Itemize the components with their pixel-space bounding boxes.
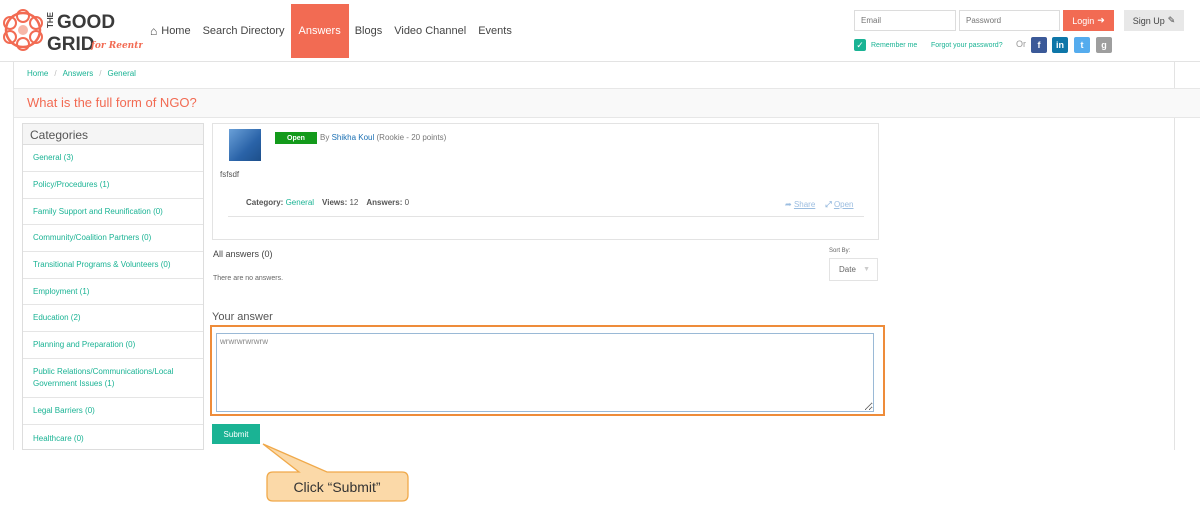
breadcrumb: Home / Answers / General xyxy=(27,69,136,78)
your-answer-heading: Your answer xyxy=(212,311,273,323)
callout-text: Click “Submit” xyxy=(293,478,381,495)
category-label: Category: xyxy=(246,198,284,207)
nav-answers[interactable]: Answers xyxy=(290,4,349,58)
views-count: 12 xyxy=(349,198,359,207)
nav-answers-label: Answers xyxy=(298,25,341,37)
twitter-icon[interactable]: t xyxy=(1074,37,1090,53)
views-label: Views: xyxy=(322,198,348,207)
submit-button[interactable]: Submit xyxy=(212,424,260,444)
nav-home[interactable]: ⌂ Home xyxy=(144,4,197,58)
sign-in-icon: ➜ xyxy=(1097,15,1105,25)
expand-icon: ⤢ xyxy=(825,200,832,209)
logo-line1: THE xyxy=(46,11,55,28)
question-actions: ➦ Share ⤢ Open xyxy=(785,200,854,210)
divider xyxy=(228,216,864,217)
sidebar-item-healthcare[interactable]: Healthcare (0) xyxy=(23,425,203,449)
nav-events-label: Events xyxy=(478,25,512,37)
author-link[interactable]: Shikha Koul xyxy=(332,133,375,142)
login-button[interactable]: Login ➜ xyxy=(1063,10,1114,31)
sort-value: Date xyxy=(839,265,856,274)
sidebar-item-transitional[interactable]: Transitional Programs & Volunteers (0) xyxy=(23,252,203,279)
breadcrumb-general[interactable]: General xyxy=(108,69,136,78)
question-meta: Category: General Views: 12 Answers: 0 xyxy=(246,198,409,207)
answers-count: 0 xyxy=(404,198,410,207)
sidebar-item-legal[interactable]: Legal Barriers (0) xyxy=(23,398,203,425)
nav-search-directory[interactable]: Search Directory xyxy=(197,4,291,58)
no-answers-text: There are no answers. xyxy=(213,275,284,282)
sidebar-item-policy[interactable]: Policy/Procedures (1) xyxy=(23,172,203,199)
categories-sidebar: Categories General (3) Policy/Procedures… xyxy=(22,123,204,450)
sidebar-item-public-relations[interactable]: Public Relations/Communications/Local Go… xyxy=(23,359,203,398)
google-icon[interactable]: g xyxy=(1096,37,1112,53)
share-link[interactable]: ➦ Share xyxy=(785,200,815,210)
answer-textarea[interactable]: wrwrwrwrwrw xyxy=(216,333,874,412)
open-link[interactable]: ⤢ Open xyxy=(825,200,853,210)
answers-label: Answers: xyxy=(366,198,403,207)
signup-button[interactable]: Sign Up ✎ xyxy=(1124,10,1184,31)
category-link[interactable]: General xyxy=(286,198,314,207)
nav-events[interactable]: Events xyxy=(472,4,518,58)
question-byline: By Shikha Koul (Rookie - 20 points) xyxy=(320,133,446,142)
logo-tagline: for Reentry xyxy=(90,41,143,51)
nav-video-channel-label: Video Channel xyxy=(394,25,467,37)
sidebar-item-education[interactable]: Education (2) xyxy=(23,305,203,332)
sidebar-item-community[interactable]: Community/Coalition Partners (0) xyxy=(23,225,203,252)
email-input[interactable] xyxy=(854,10,956,31)
breadcrumb-separator: / xyxy=(99,69,102,78)
nav-search-directory-label: Search Directory xyxy=(202,25,285,37)
sidebar-item-family-support[interactable]: Family Support and Reunification (0) xyxy=(23,199,203,225)
remember-label: Remember me xyxy=(871,41,918,49)
avatar[interactable] xyxy=(229,129,261,161)
or-label: Or xyxy=(1016,39,1026,49)
linkedin-icon[interactable]: in xyxy=(1052,37,1068,53)
share-label: Share xyxy=(793,200,816,209)
chevron-down-icon: ▼ xyxy=(863,266,870,273)
status-badge: Open xyxy=(275,132,317,144)
edit-icon: ✎ xyxy=(1167,15,1176,25)
page-title: What is the full form of NGO? xyxy=(27,95,197,110)
nav-home-label: Home xyxy=(161,25,191,37)
sidebar-item-general[interactable]: General (3) xyxy=(23,145,203,172)
nav-blogs[interactable]: Blogs xyxy=(349,4,389,58)
sort-by-label: Sort By: xyxy=(829,248,851,254)
logo-line2: GOOD xyxy=(57,12,115,33)
open-label: Open xyxy=(833,200,854,209)
sidebar-item-planning[interactable]: Planning and Preparation (0) xyxy=(23,332,203,359)
breadcrumb-separator: / xyxy=(54,69,57,78)
password-input[interactable] xyxy=(959,10,1060,31)
nav-video-channel[interactable]: Video Channel xyxy=(388,4,472,58)
flower-icon xyxy=(3,9,43,51)
share-icon: ➦ xyxy=(785,200,792,209)
author-rank: (Rookie - 20 points) xyxy=(376,133,447,142)
remember-me[interactable]: ✓ Remember me xyxy=(854,39,917,51)
logo-line3: GRID xyxy=(47,34,95,54)
checkbox-checked-icon[interactable]: ✓ xyxy=(854,39,866,51)
site-logo[interactable]: THE GOOD GRID for Reentry xyxy=(3,6,143,54)
nav-blogs-label: Blogs xyxy=(354,25,383,37)
facebook-icon[interactable]: f xyxy=(1031,37,1047,53)
answers-heading: All answers (0) xyxy=(213,249,273,259)
sidebar-title: Categories xyxy=(23,124,203,145)
site-header: THE GOOD GRID for Reentry ⌂ Home Search … xyxy=(0,0,1200,62)
forgot-password-link[interactable]: Forgot your password? xyxy=(931,42,1003,49)
signup-label: Sign Up xyxy=(1132,15,1165,26)
by-label: By xyxy=(320,133,330,142)
main-nav: ⌂ Home Search Directory Answers Blogs Vi… xyxy=(144,4,518,58)
sidebar-item-employment[interactable]: Employment (1) xyxy=(23,279,203,305)
home-icon: ⌂ xyxy=(150,24,158,38)
sort-select[interactable]: Date ▼ xyxy=(829,258,878,281)
breadcrumb-home[interactable]: Home xyxy=(27,69,48,78)
login-label: Login xyxy=(1072,15,1095,26)
breadcrumb-answers[interactable]: Answers xyxy=(63,69,94,78)
question-body: fsfsdf xyxy=(220,170,240,179)
